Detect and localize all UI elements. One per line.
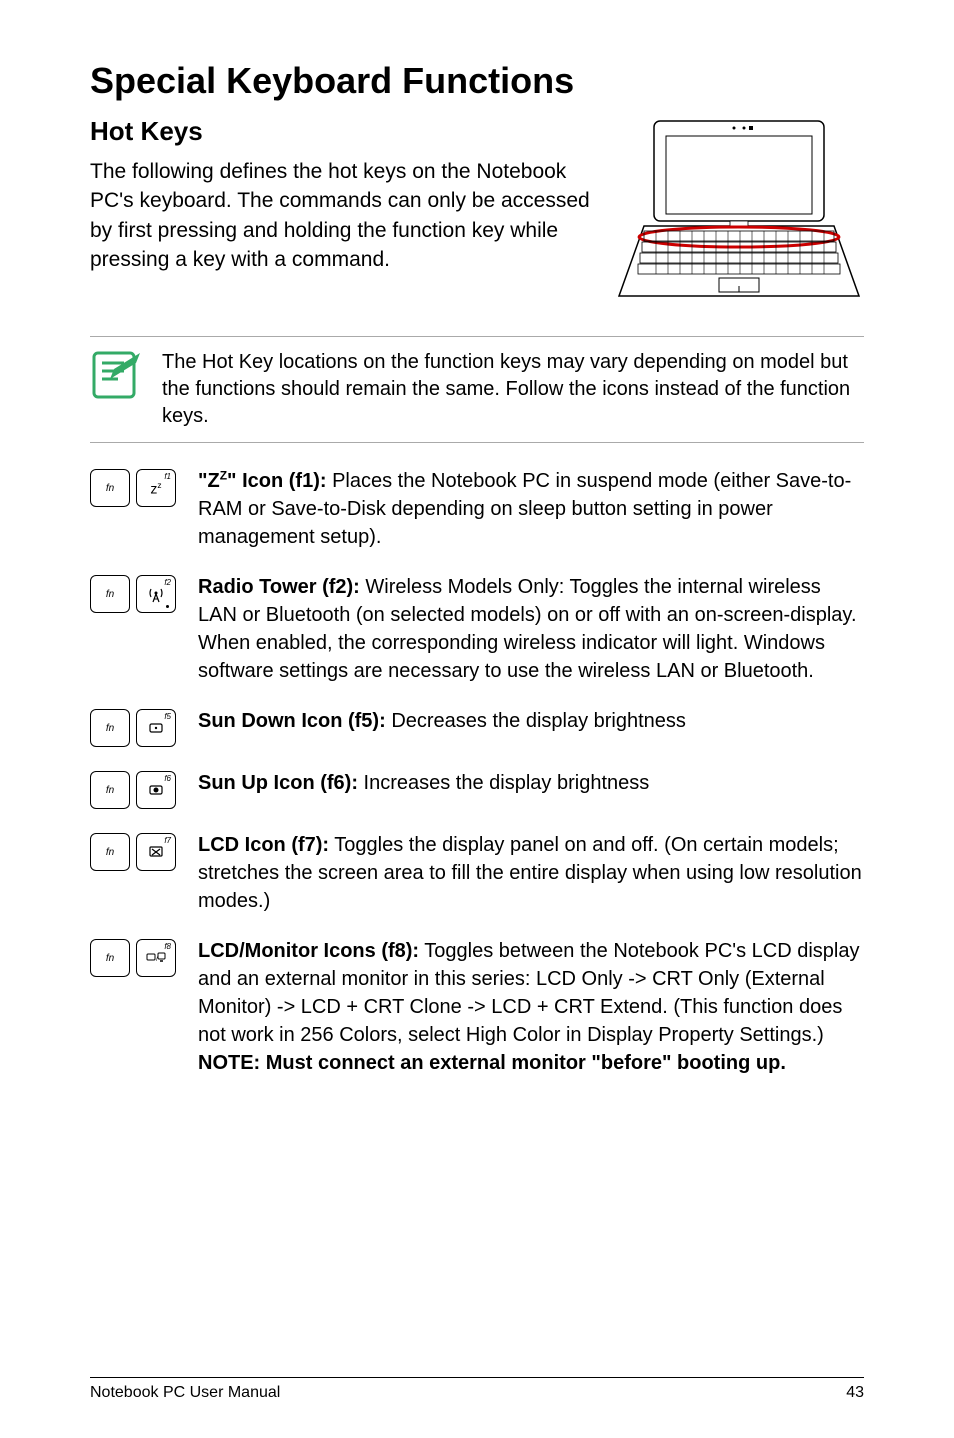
key-fn: fn	[90, 469, 130, 507]
func-row-f8: fn f8 / LCD/Monitor Icons (f8): Toggles …	[90, 937, 864, 1077]
key-f1: f1 zz	[136, 469, 176, 507]
desc-f8: LCD/Monitor Icons (f8): Toggles between …	[198, 937, 864, 1077]
func-row-f1: fn f1 zz "ZZ" Icon (f1): Places the Note…	[90, 467, 864, 551]
page-heading: Special Keyboard Functions	[90, 60, 864, 102]
keys-f7: fn f7	[90, 831, 190, 871]
func-row-f6: fn f6 Sun Up Icon (f6): Increases the di…	[90, 769, 864, 809]
zz-icon: zz	[150, 480, 161, 497]
desc-f2: Radio Tower (f2): Wireless Models Only: …	[198, 573, 864, 685]
key-f7: f7	[136, 833, 176, 871]
page-number: 43	[846, 1384, 864, 1402]
func-row-f2: fn f2 Radio Tower (f2): Wireless Models …	[90, 573, 864, 685]
sun-down-icon	[148, 720, 164, 736]
key-fn: fn	[90, 575, 130, 613]
note-text: The Hot Key locations on the function ke…	[162, 349, 864, 430]
desc-f1: "ZZ" Icon (f1): Places the Notebook PC i…	[198, 467, 864, 551]
note-row: The Hot Key locations on the function ke…	[90, 336, 864, 443]
key-f8: f8 /	[136, 939, 176, 977]
intro-text: The following defines the hot keys on th…	[90, 157, 594, 275]
key-f2: f2	[136, 575, 176, 613]
desc-f5: Sun Down Icon (f5): Decreases the displa…	[198, 707, 864, 735]
keys-f2: fn f2	[90, 573, 190, 613]
sun-up-icon	[148, 782, 164, 798]
func-row-f7: fn f7 LCD Icon (f7): Toggles the display…	[90, 831, 864, 915]
footer-title: Notebook PC User Manual	[90, 1384, 280, 1402]
radio-tower-icon	[148, 585, 164, 603]
keys-f5: fn f5	[90, 707, 190, 747]
key-fn: fn	[90, 709, 130, 747]
footer: Notebook PC User Manual 43	[90, 1377, 864, 1402]
note-icon	[90, 349, 142, 401]
func-row-f5: fn f5 Sun Down Icon (f5): Decreases the …	[90, 707, 864, 747]
lcd-icon	[148, 844, 164, 860]
key-f5: f5	[136, 709, 176, 747]
keys-f6: fn f6	[90, 769, 190, 809]
laptop-illustration	[614, 116, 864, 306]
key-f6: f6	[136, 771, 176, 809]
keys-f1: fn f1 zz	[90, 467, 190, 507]
key-fn: fn	[90, 771, 130, 809]
subheading: Hot Keys	[90, 116, 594, 147]
key-fn: fn	[90, 833, 130, 871]
desc-f7: LCD Icon (f7): Toggles the display panel…	[198, 831, 864, 915]
lcd-monitor-icon: /	[146, 951, 166, 965]
desc-f6: Sun Up Icon (f6): Increases the display …	[198, 769, 864, 797]
intro-row: Hot Keys The following defines the hot k…	[90, 116, 864, 306]
key-fn: fn	[90, 939, 130, 977]
keys-f8: fn f8 /	[90, 937, 190, 977]
